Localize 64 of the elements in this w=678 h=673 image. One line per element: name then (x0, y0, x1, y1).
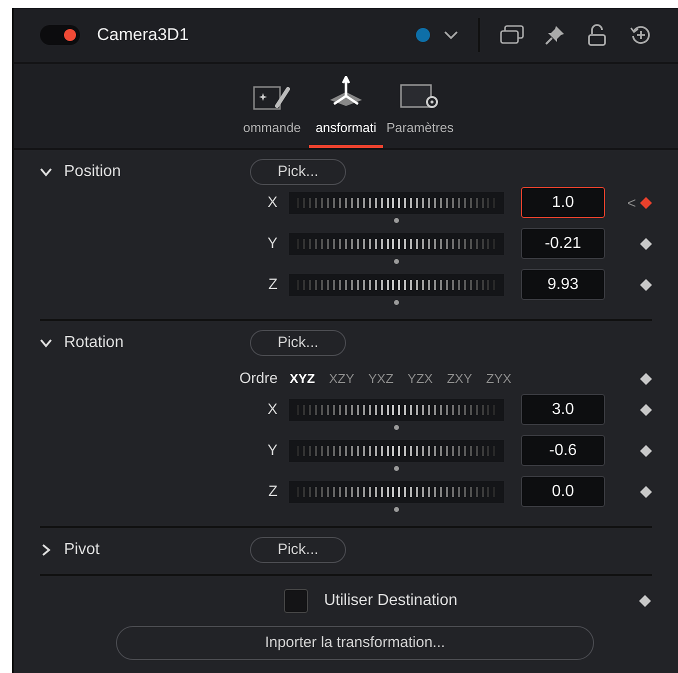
order-option[interactable]: XYZ (290, 369, 315, 389)
slider-thumb[interactable] (394, 259, 400, 264)
keyframe-icon[interactable] (640, 279, 652, 291)
value-field[interactable]: -0.6 (520, 435, 606, 466)
keyframe-icon[interactable] (640, 197, 652, 209)
axis-label: X (266, 193, 278, 213)
chevron-down-icon[interactable] (444, 30, 458, 40)
slider-thumb[interactable] (394, 425, 400, 430)
axis-label: Z (267, 275, 278, 295)
keyframe-icon[interactable] (639, 595, 651, 607)
axis-label: Y (266, 234, 278, 254)
node-title: Camera3D1 (97, 24, 189, 46)
pin-icon[interactable] (544, 24, 566, 46)
keyframe-icon[interactable] (640, 486, 652, 498)
checkbox-label: Utiliser Destination (324, 591, 458, 611)
chevron-down-icon (40, 166, 52, 178)
section-toggle[interactable]: Pivot (40, 538, 250, 562)
order-option[interactable]: YZX (408, 369, 433, 389)
axis-label: X (266, 400, 278, 420)
keyframe-icon[interactable] (640, 445, 652, 457)
value-field[interactable]: 1.0 (520, 187, 606, 218)
order-option[interactable]: ZYX (486, 369, 512, 389)
thumbwheel-slider[interactable] (289, 274, 504, 305)
chevron-right-icon (40, 544, 52, 556)
order-option[interactable]: YXZ (368, 369, 394, 389)
keyframe-icon[interactable] (640, 238, 652, 250)
thumbwheel-slider[interactable] (289, 481, 504, 512)
pick-button[interactable]: Pick... (250, 537, 346, 563)
reset-icon[interactable] (630, 24, 652, 46)
thumbwheel-slider[interactable] (289, 192, 504, 223)
thumbwheel-slider[interactable] (289, 440, 504, 471)
thumbwheel-slider[interactable] (289, 399, 504, 430)
pick-button[interactable]: Pick... (250, 330, 346, 356)
windows-icon[interactable] (500, 25, 524, 45)
checkbox[interactable] (284, 589, 308, 613)
axis-label: Y (266, 441, 278, 461)
order-label: Ordre (238, 368, 279, 389)
inspector-tab[interactable]: Paramètres (383, 70, 457, 148)
value-field[interactable]: 0.0 (520, 476, 606, 507)
screen-gear-icon (400, 84, 440, 110)
order-option[interactable]: XZY (328, 369, 354, 389)
keyframe-icon[interactable] (640, 373, 652, 385)
slider-thumb[interactable] (394, 466, 400, 471)
axis-label: Z (267, 482, 278, 502)
value-field[interactable]: 9.93 (520, 269, 606, 300)
value-field[interactable]: 3.0 (520, 394, 606, 425)
section-toggle[interactable]: Position (40, 160, 250, 184)
sparkle-brush-icon (253, 84, 291, 110)
keyframe-icon[interactable] (640, 404, 652, 416)
chevron-down-icon (40, 337, 52, 349)
slider-thumb[interactable] (394, 300, 400, 305)
inspector-tab[interactable]: ommande (235, 70, 309, 148)
unlocked-padlock-icon[interactable] (588, 24, 606, 46)
slider-thumb[interactable] (394, 218, 400, 223)
slider-thumb[interactable] (394, 507, 400, 512)
inspector-tab[interactable]: ansformati (309, 70, 383, 148)
thumbwheel-slider[interactable] (289, 233, 504, 264)
previous-key-arrow[interactable]: < (627, 196, 636, 210)
order-option[interactable]: ZXY (446, 369, 472, 389)
import-transform-button[interactable]: Inporter la transformation... (116, 626, 594, 660)
pick-button[interactable]: Pick... (250, 159, 346, 185)
section-toggle[interactable]: Rotation (40, 331, 250, 355)
enable-toggle[interactable] (40, 25, 80, 45)
value-field[interactable]: -0.21 (520, 228, 606, 259)
